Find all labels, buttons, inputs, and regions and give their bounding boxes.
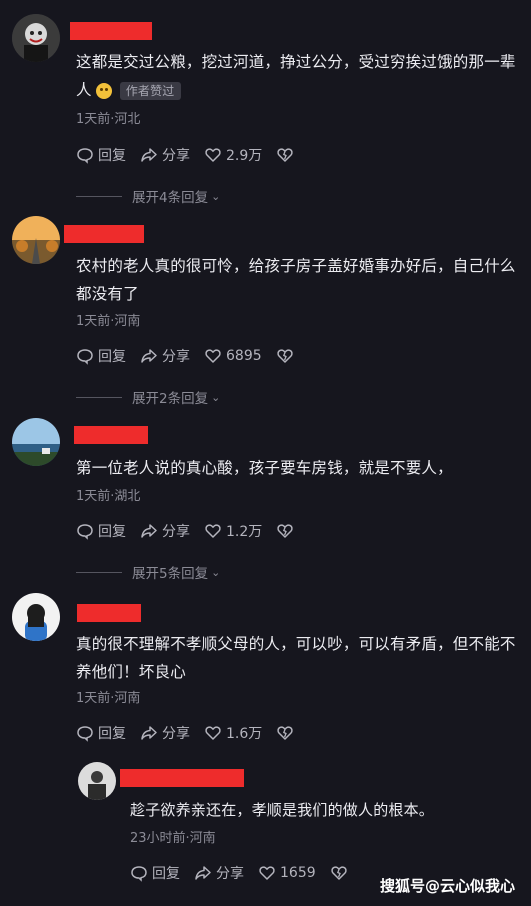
dislike-button[interactable] xyxy=(276,146,294,164)
comment-actions: 回复 分享 1.6万 xyxy=(76,722,294,744)
comment-meta: 1天前·河北 xyxy=(76,112,141,127)
comment-text: 真的很不理解不孝顺父母的人，可以吵，可以有矛盾，但不能不养他们！坏良心 xyxy=(76,635,516,681)
divider-line xyxy=(76,195,122,197)
dislike-button[interactable] xyxy=(276,724,294,742)
username-redacted xyxy=(120,769,244,787)
heart-icon xyxy=(205,349,221,363)
broken-heart-icon xyxy=(277,726,293,740)
divider-line xyxy=(76,396,122,398)
reply-actions: 回复 分享 1659 xyxy=(130,862,348,884)
reply-button[interactable]: 回复 xyxy=(76,346,126,366)
dislike-button[interactable] xyxy=(276,347,294,365)
avatar[interactable] xyxy=(78,762,116,800)
avatar[interactable] xyxy=(12,14,60,62)
reply-button[interactable]: 回复 xyxy=(76,145,126,165)
share-icon xyxy=(195,866,211,880)
share-button[interactable]: 分享 xyxy=(140,145,190,165)
chevron-down-icon: ⌄ xyxy=(211,189,221,203)
chevron-down-icon: ⌄ xyxy=(211,390,221,404)
broken-heart-icon xyxy=(330,866,347,880)
crying-emoji-icon xyxy=(95,82,112,99)
username-redacted xyxy=(77,604,141,622)
like-button[interactable]: 2.9万 xyxy=(204,145,262,165)
comment-meta: 1天前·湖北 xyxy=(76,489,141,504)
reply-meta: 23小时前·河南 xyxy=(130,831,216,846)
share-icon xyxy=(141,726,157,740)
divider-line xyxy=(76,571,122,573)
reply-icon xyxy=(77,726,93,742)
like-button[interactable]: 6895 xyxy=(204,347,262,365)
chevron-down-icon: ⌄ xyxy=(211,565,221,579)
share-icon xyxy=(141,524,157,538)
comment-actions: 回复 分享 6895 xyxy=(76,345,294,367)
reply-icon xyxy=(77,148,93,164)
reply-icon xyxy=(77,524,93,540)
comment-text: 这都是交过公粮，挖过河道，挣过公分，受过穷挨过饿的那一辈人 作者赞过 xyxy=(76,53,516,100)
comment-actions: 回复 分享 1.2万 xyxy=(76,520,294,542)
username-redacted xyxy=(64,225,144,243)
reply-button[interactable]: 回复 xyxy=(130,863,180,883)
share-icon xyxy=(141,148,157,162)
expand-replies-button[interactable]: 展开4条回复 ⌄ xyxy=(76,186,220,206)
like-button[interactable]: 1659 xyxy=(258,864,316,882)
watermark: 搜狐号@云心似我心 xyxy=(379,877,515,895)
author-liked-badge: 作者赞过 xyxy=(119,81,181,100)
share-button[interactable]: 分享 xyxy=(140,346,190,366)
broken-heart-icon xyxy=(276,349,293,363)
reply-text: 趁子欲养亲还在，孝顺是我们的做人的根本。 xyxy=(130,801,435,819)
username-redacted xyxy=(70,22,152,40)
dislike-button[interactable] xyxy=(276,522,294,540)
username-redacted xyxy=(74,426,148,444)
like-button[interactable]: 1.2万 xyxy=(204,521,262,541)
broken-heart-icon xyxy=(277,148,293,162)
heart-icon xyxy=(205,726,221,740)
reply-icon xyxy=(131,866,147,882)
comment-actions: 回复 分享 2.9万 xyxy=(76,144,294,166)
heart-icon xyxy=(205,148,221,162)
like-button[interactable]: 1.6万 xyxy=(204,723,262,743)
comment-text: 第一位老人说的真心酸，孩子要车房钱，就是不要人， xyxy=(76,459,453,477)
share-button[interactable]: 分享 xyxy=(194,863,244,883)
avatar[interactable] xyxy=(12,593,60,641)
comment-meta: 1天前·河南 xyxy=(76,314,141,329)
share-button[interactable]: 分享 xyxy=(140,521,190,541)
comment-meta: 1天前·河南 xyxy=(76,691,141,706)
expand-replies-button[interactable]: 展开5条回复 ⌄ xyxy=(76,562,220,582)
dislike-button[interactable] xyxy=(330,864,348,882)
share-button[interactable]: 分享 xyxy=(140,723,190,743)
reply-icon xyxy=(77,349,93,365)
comment-text: 农村的老人真的很可怜，给孩子房子盖好婚事办好后，自己什么都没有了 xyxy=(76,257,516,303)
heart-icon xyxy=(259,866,275,880)
share-icon xyxy=(141,349,157,363)
broken-heart-icon xyxy=(277,524,293,538)
avatar[interactable] xyxy=(12,216,60,264)
reply-button[interactable]: 回复 xyxy=(76,723,126,743)
heart-icon xyxy=(205,524,221,538)
reply-button[interactable]: 回复 xyxy=(76,521,126,541)
expand-replies-button[interactable]: 展开2条回复 ⌄ xyxy=(76,387,220,407)
avatar[interactable] xyxy=(12,418,60,466)
